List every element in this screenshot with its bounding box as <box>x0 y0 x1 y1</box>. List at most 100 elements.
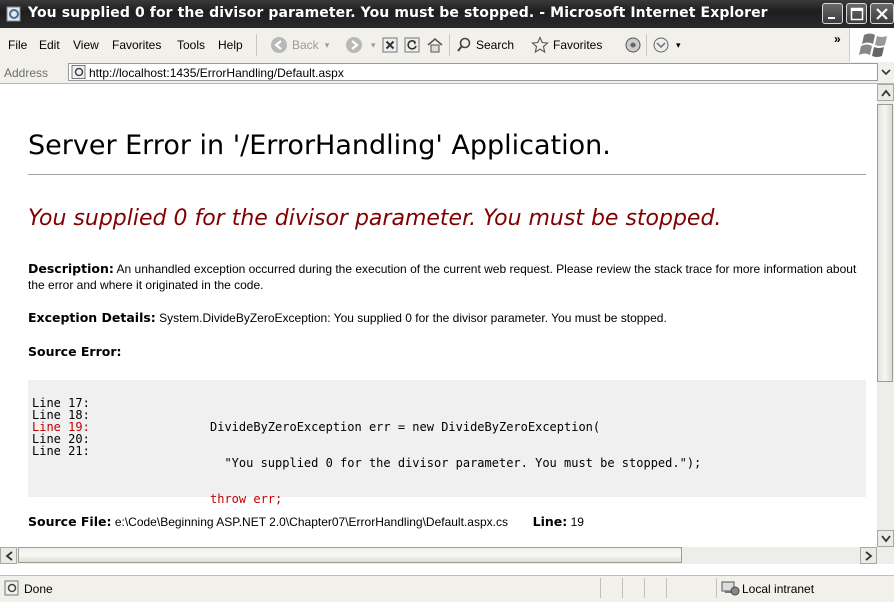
menu-view[interactable]: View <box>73 38 99 52</box>
line-value: 19 <box>570 515 584 529</box>
chevron-down-icon[interactable]: ▾ <box>371 40 376 51</box>
menu-help[interactable]: Help <box>218 38 243 52</box>
address-url: http://localhost:1435/ErrorHandling/Defa… <box>89 66 344 80</box>
home-icon <box>427 37 443 53</box>
address-dropdown-button[interactable] <box>878 63 894 81</box>
address-label: Address <box>4 66 49 80</box>
page-title: Server Error in '/ErrorHandling' Applica… <box>28 130 611 161</box>
title-divider <box>28 174 866 175</box>
menu-edit[interactable]: Edit <box>39 38 60 52</box>
ie-page-icon <box>6 6 21 22</box>
address-input[interactable]: http://localhost:1435/ErrorHandling/Defa… <box>68 63 878 81</box>
status-pane <box>716 578 717 598</box>
forward-arrow-icon <box>346 37 362 53</box>
security-zone-label: Local intranet <box>742 582 815 596</box>
code-line: ​ <box>210 529 701 541</box>
search-button[interactable]: Search <box>456 34 514 56</box>
favorites-label: Favorites <box>553 38 603 52</box>
search-icon <box>457 37 471 52</box>
toolbar-overflow-chevron[interactable]: » <box>834 32 841 46</box>
vertical-scrollbar[interactable] <box>877 84 894 547</box>
vertical-scroll-thumb[interactable] <box>877 104 893 382</box>
description-text: An unhandled exception occurred during t… <box>28 262 857 292</box>
horizontal-scroll-thumb[interactable] <box>18 547 682 563</box>
chevron-down-icon[interactable]: ▾ <box>676 40 681 51</box>
chevron-up-icon <box>880 89 891 97</box>
status-pane <box>644 578 645 598</box>
chevron-down-icon <box>881 69 891 76</box>
status-bar: Done Local intranet <box>0 575 894 602</box>
description-label: Description: <box>28 261 114 276</box>
page-done-icon <box>4 580 19 596</box>
menu-file[interactable]: File <box>8 38 27 52</box>
toolbar-separator <box>256 34 257 56</box>
page-viewport: Server Error in '/ErrorHandling' Applica… <box>0 84 877 547</box>
toolbar-separator <box>449 34 450 56</box>
back-arrow-icon <box>271 37 287 53</box>
status-text: Done <box>24 582 53 596</box>
search-label: Search <box>476 38 515 52</box>
windows-flag-icon <box>859 33 887 57</box>
status-pane <box>600 578 601 598</box>
close-button[interactable] <box>870 3 894 24</box>
horizontal-scrollbar[interactable] <box>0 547 877 564</box>
code-line-number: Line 21: <box>32 444 90 458</box>
description-section: Description: An unhandled exception occu… <box>28 261 863 293</box>
media-button[interactable] <box>624 34 646 56</box>
scrollbar-corner <box>877 547 894 564</box>
source-error-label: Source Error: <box>28 344 122 359</box>
code-line-numbers: Line 17: Line 18: Line 19: Line 20: Line… <box>32 397 90 457</box>
menu-toolbar-bar: File Edit View Favorites Tools Help Back… <box>0 28 894 63</box>
menu-favorites[interactable]: Favorites <box>112 38 161 52</box>
status-pane <box>666 578 667 598</box>
chevron-left-icon <box>5 550 13 561</box>
code-line-highlighted: throw err; <box>210 492 283 506</box>
chevron-down-icon[interactable]: ▾ <box>325 40 330 51</box>
exception-label: Exception Details: <box>28 310 156 325</box>
scroll-down-button[interactable] <box>877 530 894 547</box>
minimize-icon <box>828 17 835 19</box>
back-button[interactable]: Back ▾ <box>270 34 329 56</box>
favorites-button[interactable]: Favorites <box>531 34 602 56</box>
scroll-right-button[interactable] <box>860 547 877 564</box>
refresh-button[interactable] <box>404 34 424 56</box>
code-line: "You supplied 0 for the divisor paramete… <box>210 456 702 470</box>
code-line: DivideByZeroException err = new DivideBy… <box>210 420 601 434</box>
source-file-path: e:\Code\Beginning ASP.NET 2.0\Chapter07\… <box>114 515 508 529</box>
toolbar-separator <box>646 34 647 56</box>
scroll-up-button[interactable] <box>877 84 894 101</box>
maximize-button[interactable] <box>846 3 867 24</box>
mail-button[interactable]: ▾ <box>652 34 681 56</box>
mail-icon <box>653 37 669 53</box>
close-icon <box>876 8 888 20</box>
status-pane <box>622 578 623 598</box>
chevron-right-icon <box>864 550 872 561</box>
intranet-zone-icon <box>721 581 740 596</box>
minimize-button[interactable] <box>822 3 843 24</box>
line-label: Line: <box>532 514 568 529</box>
back-label: Back <box>292 38 319 52</box>
exception-details-section: Exception Details: System.DivideByZeroEx… <box>28 310 863 326</box>
refresh-icon <box>404 37 420 53</box>
window-title: You supplied 0 for the divisor parameter… <box>28 5 768 21</box>
maximize-icon <box>850 7 864 21</box>
chevron-down-icon <box>880 534 891 542</box>
source-file-section: Source File: e:\Code\Beginning ASP.NET 2… <box>28 514 863 530</box>
stop-icon <box>382 37 398 53</box>
source-error-heading: Source Error: <box>28 344 863 360</box>
media-icon <box>625 37 641 53</box>
exception-text: System.DivideByZeroException: You suppli… <box>159 311 667 325</box>
address-bar: Address http://localhost:1435/ErrorHandl… <box>0 62 894 84</box>
forward-button[interactable]: ▾ <box>345 34 376 56</box>
title-bar[interactable]: You supplied 0 for the divisor parameter… <box>0 0 894 28</box>
windows-logo <box>849 28 894 62</box>
home-button[interactable] <box>426 34 448 56</box>
stop-button[interactable] <box>382 34 402 56</box>
ie-page-icon <box>71 65 86 79</box>
menu-tools[interactable]: Tools <box>177 38 205 52</box>
error-message: You supplied 0 for the divisor parameter… <box>28 206 722 231</box>
source-code-block: Line 17: Line 18: Line 19: Line 20: Line… <box>28 380 866 505</box>
source-file-label: Source File: <box>28 514 112 529</box>
star-icon <box>531 36 549 54</box>
scroll-left-button[interactable] <box>0 547 17 564</box>
